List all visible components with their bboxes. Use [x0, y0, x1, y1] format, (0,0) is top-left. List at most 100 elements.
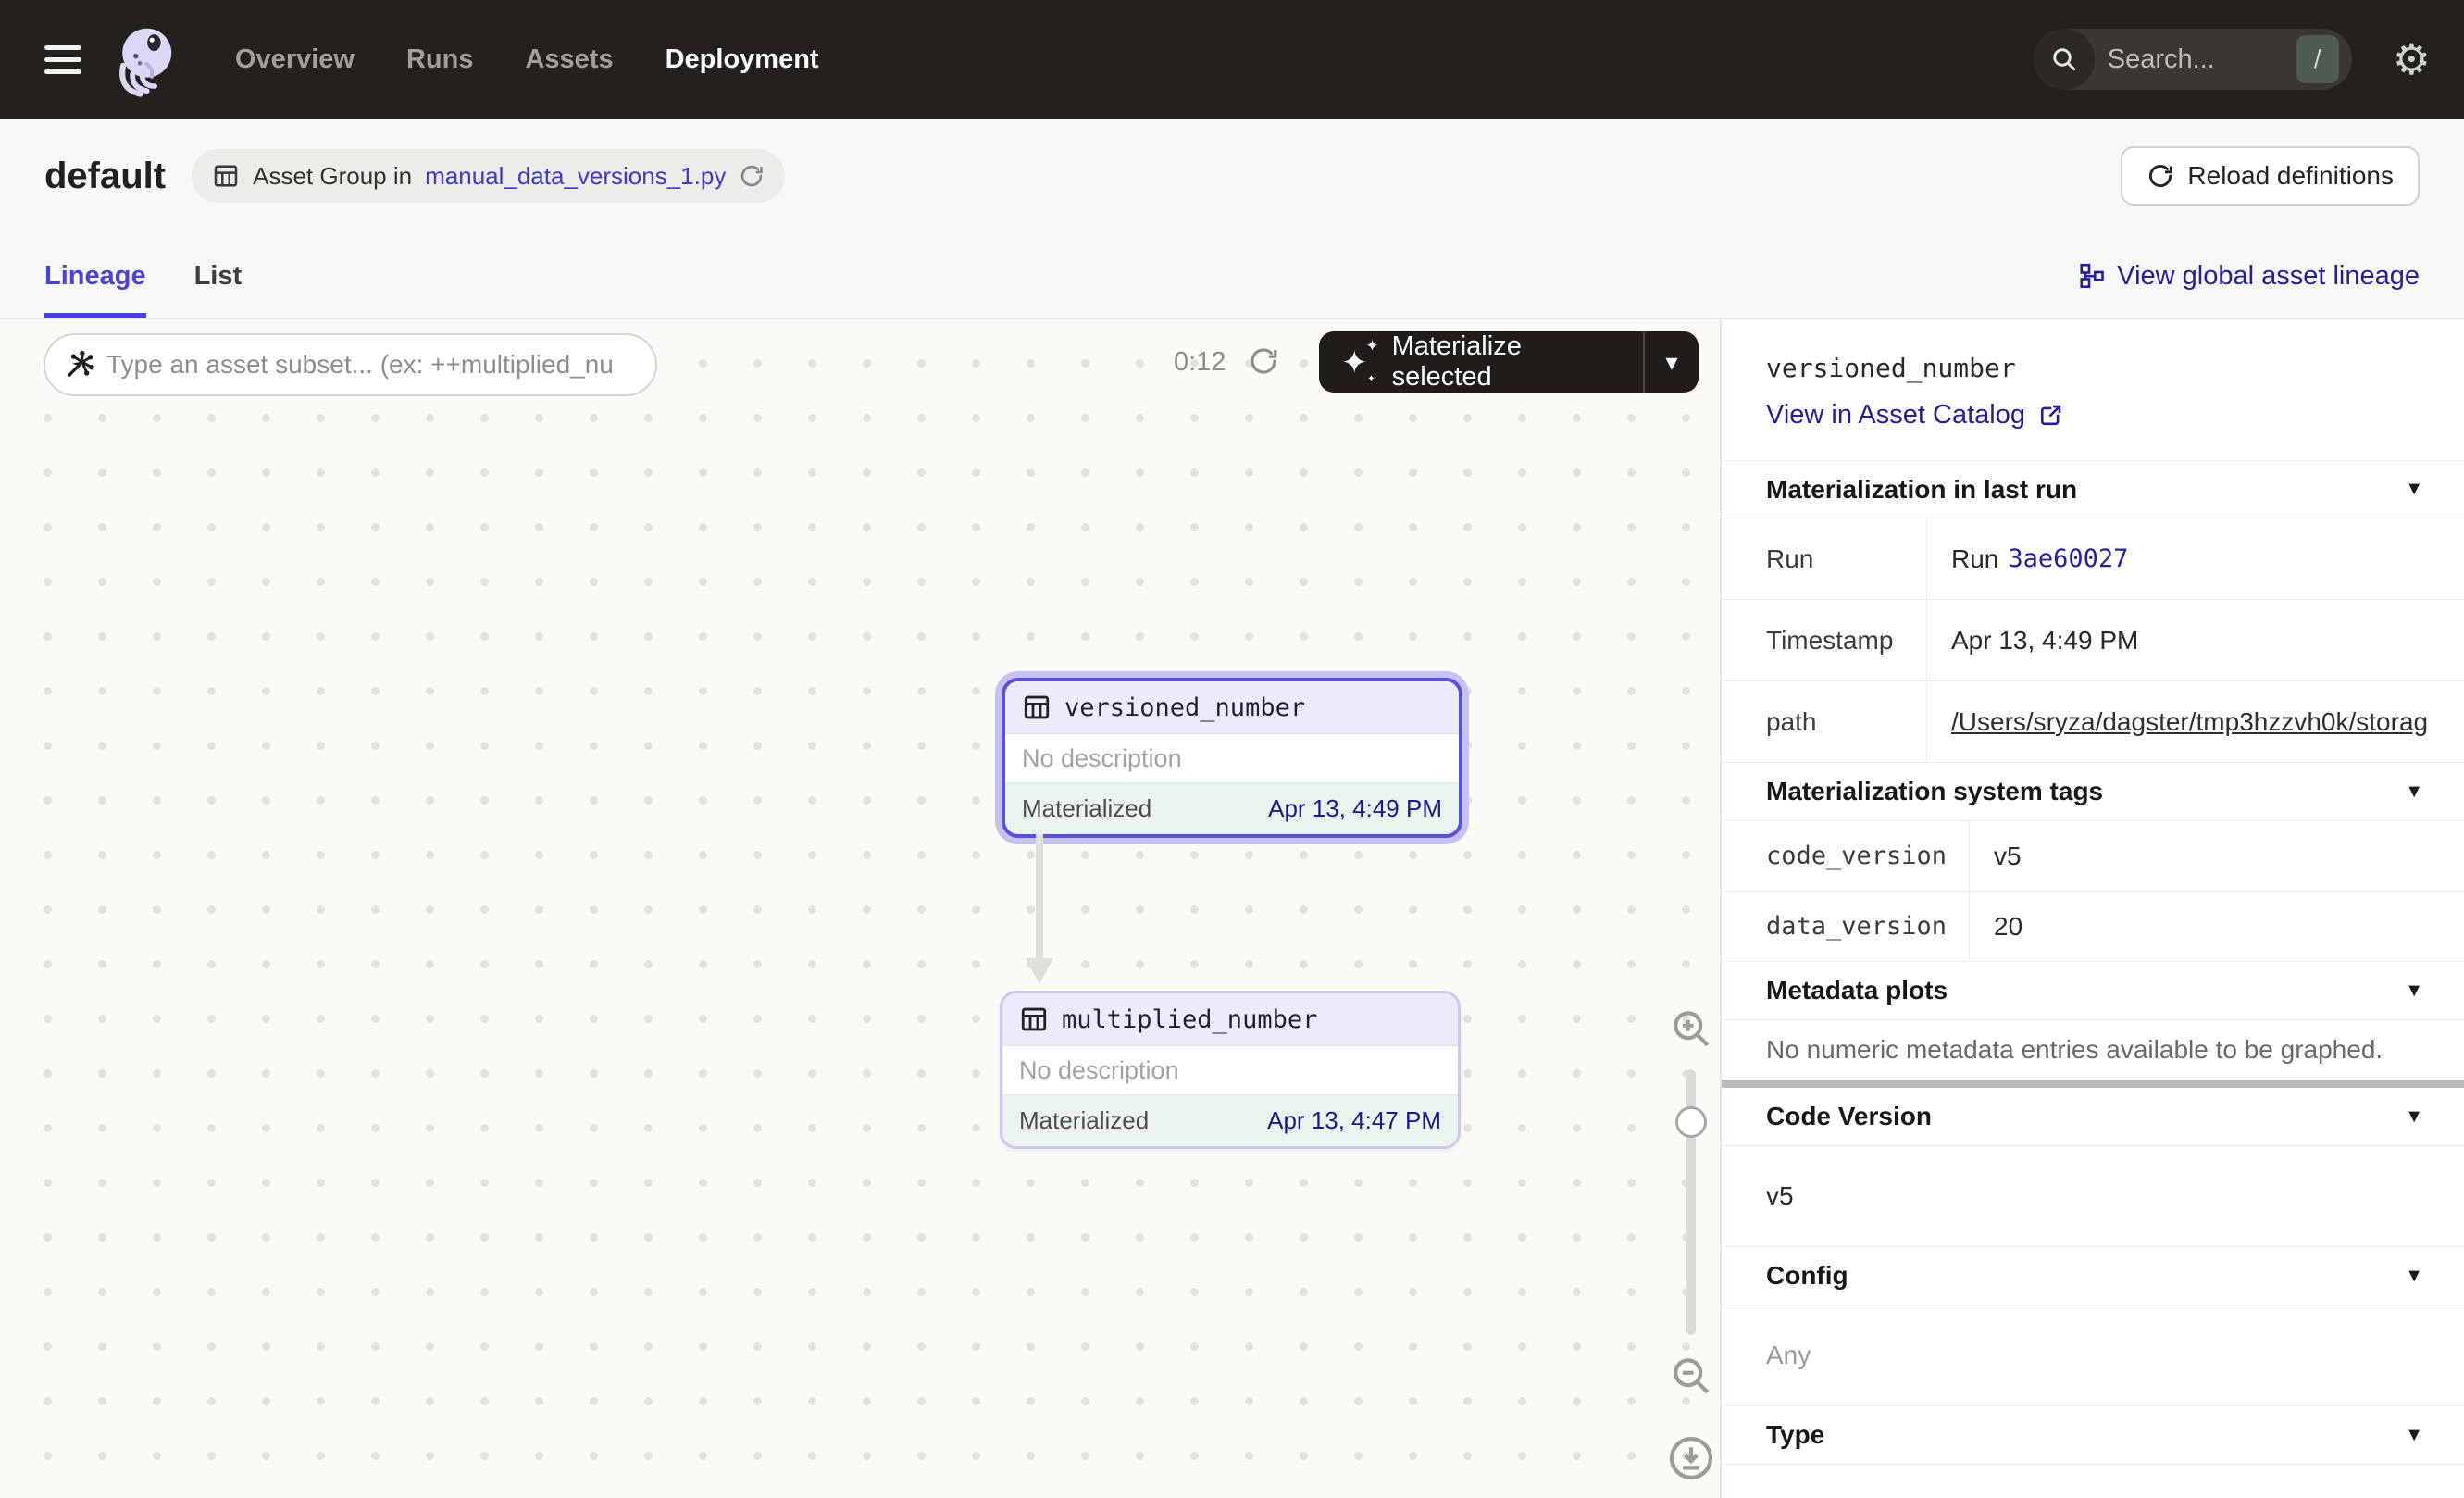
asset-node-multiplied-number[interactable]: multiplied_number No description Materia…: [1000, 991, 1461, 1149]
panel-resize-divider[interactable]: [1722, 1080, 2464, 1088]
row-key: Timestamp: [1722, 600, 1927, 680]
table-grid-icon: [1022, 693, 1052, 722]
search-icon: [2034, 29, 2095, 90]
section-title: Metadata plots: [1766, 976, 1948, 1005]
badge-refresh-icon[interactable]: [739, 163, 765, 189]
primary-nav: Overview Runs Assets Deployment: [235, 44, 819, 75]
asset-node-description: No description: [1005, 734, 1459, 782]
path-link[interactable]: /Users/sryza/dagster/tmp3hzzvh0k/storag: [1951, 707, 2428, 737]
asset-subset-icon: [64, 349, 95, 381]
caret-down-icon: ▼: [2405, 1266, 2423, 1287]
nav-item-overview[interactable]: Overview: [235, 44, 355, 75]
tag-value: 20: [1994, 912, 2022, 942]
asset-group-grid-icon: [212, 162, 240, 190]
row-key: data_version: [1722, 892, 1970, 961]
section-title: Type: [1766, 1420, 1824, 1450]
tab-lineage[interactable]: Lineage: [44, 233, 146, 318]
system-tag-row-code-version: code_version v5: [1722, 821, 2464, 892]
reload-icon: [2147, 162, 2174, 190]
zoom-in-icon[interactable]: [1667, 1005, 1715, 1053]
zoom-slider-handle[interactable]: [1675, 1106, 1707, 1138]
top-navbar: Overview Runs Assets Deployment / ⚙: [0, 0, 2464, 119]
section-materialization-system-tags[interactable]: Materialization system tags ▼: [1722, 763, 2464, 821]
global-search[interactable]: /: [2034, 29, 2352, 90]
materialize-label: Materialize selected: [1392, 331, 1621, 393]
menu-icon[interactable]: [44, 45, 81, 74]
materialize-selected-button[interactable]: ✦ ✦ ✦ Materialize selected ▾: [1319, 331, 1699, 393]
reload-definitions-label: Reload definitions: [2187, 161, 2394, 191]
section-title: Materialization in last run: [1766, 475, 2077, 505]
settings-gear-icon[interactable]: ⚙: [2393, 38, 2431, 81]
section-title: Config: [1766, 1261, 1848, 1291]
caret-down-icon: ▼: [2405, 1425, 2423, 1446]
materialize-dropdown-caret[interactable]: ▾: [1643, 331, 1699, 393]
nav-item-runs[interactable]: Runs: [406, 44, 474, 75]
last-run-row-timestamp: Timestamp Apr 13, 4:49 PM: [1722, 600, 2464, 681]
metadata-plots-empty-message: No numeric metadata entries available to…: [1722, 1020, 2464, 1080]
download-graph-icon[interactable]: [1666, 1433, 1716, 1483]
asset-node-status: Materialized: [1019, 1106, 1149, 1135]
asset-group-badge: Asset Group in manual_data_versions_1.py: [192, 149, 785, 203]
section-type[interactable]: Type ▼: [1722, 1406, 2464, 1465]
asset-lineage-graph[interactable]: 0:12 ✦ ✦ ✦ Materialize selected ▾ versio…: [0, 319, 1720, 1498]
section-title: Materialization system tags: [1766, 777, 2103, 806]
asset-node-name: multiplied_number: [1062, 1005, 1317, 1034]
asset-node-timestamp-link[interactable]: Apr 13, 4:49 PM: [1268, 794, 1442, 823]
caret-down-icon: ▼: [2405, 781, 2423, 803]
asset-details-panel: versioned_number View in Asset Catalog M…: [1720, 319, 2464, 1498]
asset-subset-filter[interactable]: [44, 333, 657, 396]
section-title: Code Version: [1766, 1102, 1932, 1131]
tab-list-label: List: [194, 261, 243, 292]
asset-node-status: Materialized: [1022, 794, 1151, 823]
search-input[interactable]: [2095, 44, 2296, 75]
external-link-icon: [2036, 402, 2064, 430]
lineage-edge-arrow: [1026, 834, 1053, 986]
global-lineage-icon: [2078, 262, 2106, 290]
graph-refresh-icon[interactable]: [1248, 345, 1279, 377]
section-metadata-plots[interactable]: Metadata plots ▼: [1722, 962, 2464, 1020]
panel-asset-title: versioned_number: [1766, 353, 2420, 383]
graph-zoom-controls: [1662, 1005, 1720, 1483]
refresh-timer: 0:12: [1174, 347, 1226, 378]
view-global-asset-lineage-link[interactable]: View global asset lineage: [2078, 233, 2420, 318]
caret-down-icon: ▼: [2405, 479, 2423, 500]
zoom-out-icon[interactable]: [1667, 1352, 1715, 1400]
run-id-link[interactable]: 3ae60027: [2008, 544, 2128, 573]
asset-node-description: No description: [1002, 1046, 1458, 1094]
timestamp-value: Apr 13, 4:49 PM: [1951, 626, 2138, 655]
view-in-asset-catalog-link[interactable]: View in Asset Catalog: [1766, 400, 2064, 431]
last-run-row-path: path /Users/sryza/dagster/tmp3hzzvh0k/st…: [1722, 681, 2464, 763]
nav-item-assets[interactable]: Assets: [525, 44, 613, 75]
nav-item-deployment[interactable]: Deployment: [666, 44, 819, 75]
page-title: default: [44, 156, 166, 197]
dagster-logo-icon[interactable]: [107, 21, 183, 97]
asset-group-file-link[interactable]: manual_data_versions_1.py: [425, 162, 726, 191]
page-header: default Asset Group in manual_data_versi…: [0, 119, 2464, 233]
tab-lineage-label: Lineage: [44, 261, 146, 292]
row-key: code_version: [1722, 821, 1970, 891]
caret-down-icon: ▼: [2405, 980, 2423, 1002]
system-tag-row-data-version: data_version 20: [1722, 892, 2464, 962]
asset-group-label: Asset Group in: [253, 162, 412, 191]
asset-subset-input[interactable]: [106, 350, 637, 380]
row-key: path: [1722, 681, 1927, 762]
config-value: Any: [1722, 1305, 2464, 1406]
section-config[interactable]: Config ▼: [1722, 1247, 2464, 1305]
search-shortcut-badge: /: [2296, 35, 2339, 83]
last-run-row-run: Run Run 3ae60027: [1722, 518, 2464, 600]
zoom-slider[interactable]: [1686, 1069, 1696, 1335]
run-prefix: Run: [1951, 544, 1998, 574]
section-materialization-in-last-run[interactable]: Materialization in last run ▼: [1722, 460, 2464, 518]
table-grid-icon: [1019, 1005, 1049, 1034]
asset-node-timestamp-link[interactable]: Apr 13, 4:47 PM: [1267, 1106, 1441, 1135]
sparkle-icon: ✦ ✦ ✦: [1341, 342, 1377, 382]
asset-node-name: versioned_number: [1064, 693, 1305, 722]
reload-definitions-button[interactable]: Reload definitions: [2121, 146, 2420, 206]
code-version-value: v5: [1722, 1146, 2464, 1247]
caret-down-icon: ▼: [2405, 1106, 2423, 1128]
tab-list[interactable]: List: [194, 233, 243, 318]
view-tabs: Lineage List View global asset lineage: [0, 233, 2464, 319]
catalog-link-label: View in Asset Catalog: [1766, 400, 2025, 431]
asset-node-versioned-number[interactable]: versioned_number No description Material…: [1002, 678, 1462, 838]
section-code-version[interactable]: Code Version ▼: [1722, 1088, 2464, 1146]
